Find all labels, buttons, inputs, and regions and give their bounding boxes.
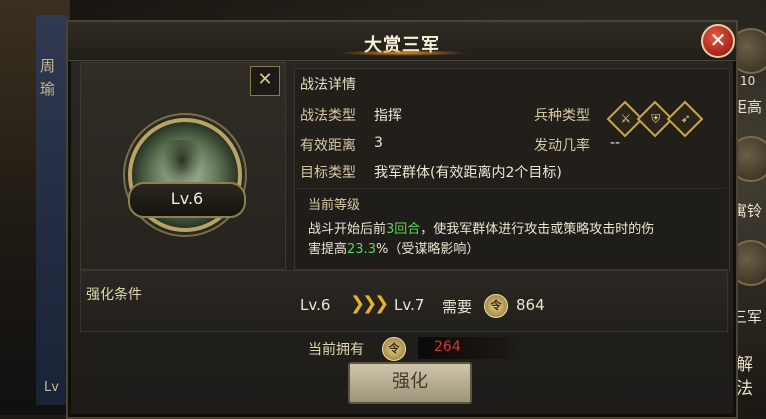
target-label: 目标类型 bbox=[300, 165, 356, 181]
description-line-1: 战斗开始后前3回合，使我军群体进行攻击或策略攻击时的伤 bbox=[308, 222, 655, 237]
upgrade-arrow-icon: ❯❯❯ bbox=[350, 293, 389, 314]
background-text: 10 bbox=[740, 74, 756, 88]
range-value: 3 bbox=[374, 135, 383, 151]
rate-label: 发动几率 bbox=[534, 138, 590, 154]
background-left-panel: 周 瑜 Lv bbox=[0, 0, 70, 415]
background-text: 解 bbox=[736, 355, 753, 375]
close-icon: ✕ bbox=[709, 28, 727, 52]
strengthen-button[interactable]: 强化 bbox=[348, 362, 472, 404]
close-button[interactable]: ✕ bbox=[701, 24, 735, 58]
owned-label: 当前拥有 bbox=[308, 342, 364, 358]
details-header: 战法详情 bbox=[300, 77, 356, 93]
need-label: 需要 bbox=[442, 298, 473, 316]
range-label: 有效距离 bbox=[300, 138, 356, 154]
owned-bar bbox=[418, 337, 518, 359]
background-text: 周 bbox=[40, 57, 56, 75]
tactic-dialog: 大赏三军 ✕ ✕ Lv.6 战法详情 战法类型 指挥 兵种类型 ⚔ ⛨ ➶ 有效… bbox=[66, 20, 738, 419]
arms-label: 兵种类型 bbox=[534, 108, 590, 124]
x-icon: ✕ bbox=[257, 69, 273, 90]
title-glow bbox=[338, 50, 468, 56]
type-value: 指挥 bbox=[374, 108, 402, 124]
unequip-button[interactable]: ✕ bbox=[250, 66, 280, 96]
background-text: 瑜 bbox=[40, 80, 56, 98]
owned-value: 264 bbox=[434, 339, 461, 355]
current-level: Lv.6 bbox=[300, 296, 331, 314]
need-value: 864 bbox=[516, 296, 545, 314]
target-value: 我军群体(有效距离内2个目标) bbox=[374, 165, 562, 181]
tactic-point-icon: 令 bbox=[382, 337, 406, 361]
background-text: Lv bbox=[44, 380, 59, 395]
upgrade-label: 强化条件 bbox=[86, 287, 142, 303]
tactic-point-icon: 令 bbox=[484, 294, 508, 318]
type-label: 战法类型 bbox=[300, 108, 356, 124]
next-level: Lv.7 bbox=[394, 296, 425, 314]
description-line-2: 害提高23.3%（受谋略影响） bbox=[308, 242, 480, 257]
skill-level-badge: Lv.6 bbox=[128, 182, 246, 218]
rate-value: -- bbox=[610, 135, 621, 151]
background-text: 法 bbox=[736, 379, 753, 399]
current-level-header: 当前等级 bbox=[308, 198, 361, 213]
dialog-title-bar: 大赏三军 bbox=[68, 22, 736, 61]
